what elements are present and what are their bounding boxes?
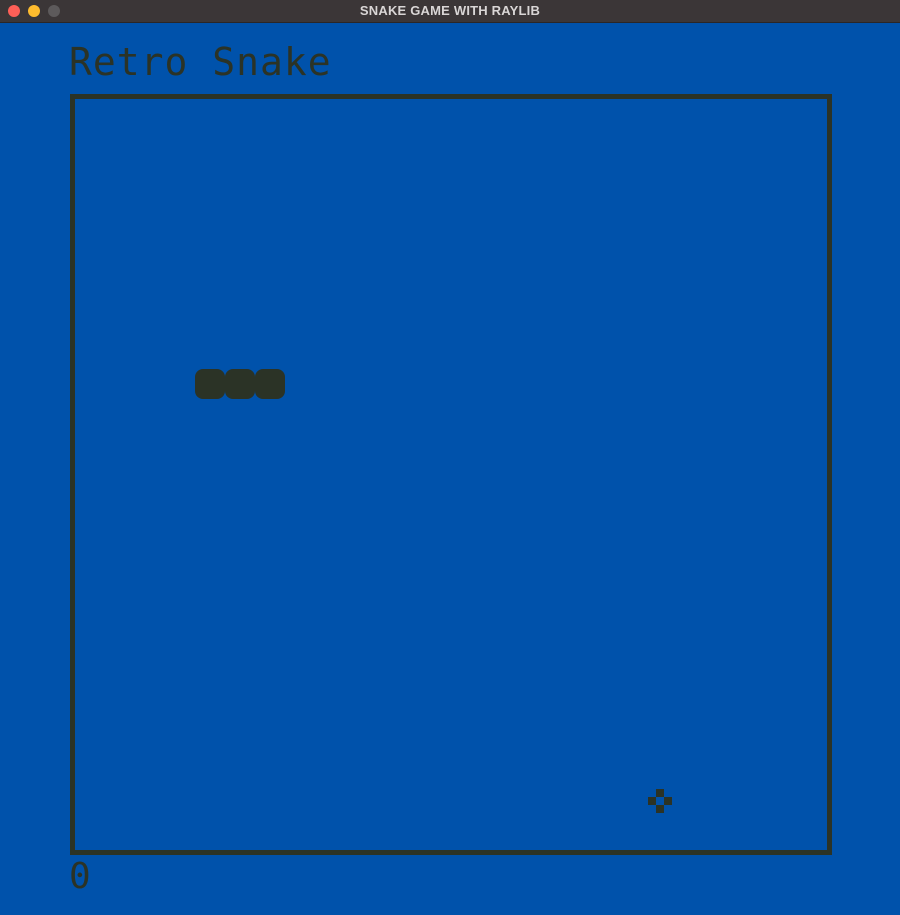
snake-segment	[255, 369, 285, 399]
window-title: SNAKE GAME WITH RAYLIB	[359, 3, 541, 18]
score-display: 0	[69, 856, 91, 897]
snake-segment	[225, 369, 255, 399]
snake-segment	[195, 369, 225, 399]
game-title: Retro Snake	[69, 40, 332, 84]
game-board	[70, 94, 832, 855]
game-canvas[interactable]: Retro Snake 0	[0, 23, 900, 915]
title-bar: SNAKE GAME WITH RAYLIB	[0, 0, 900, 23]
food-icon	[645, 789, 675, 819]
game-window: SNAKE GAME WITH RAYLIB Retro Snake 0	[0, 0, 900, 915]
